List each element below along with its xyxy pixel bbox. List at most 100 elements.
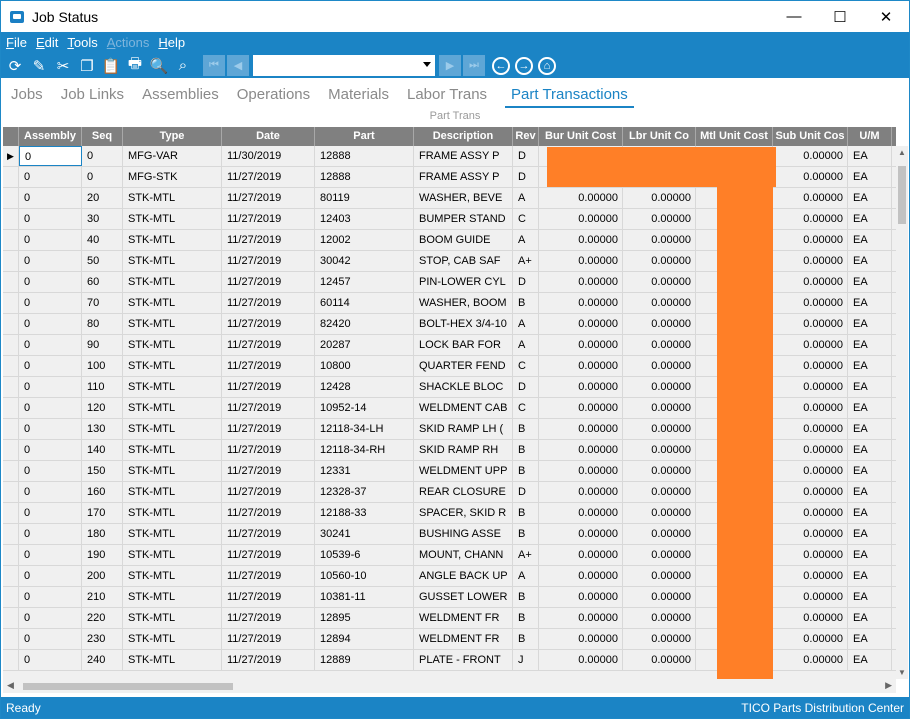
grid-cell-assembly[interactable]: 0 [19,461,82,481]
grid-cell-description[interactable]: SPACER, SKID R [414,503,513,523]
grid-cell-part[interactable]: 12895 [315,608,414,628]
grid-cell-lbr-unit-co[interactable]: 0.00000 [623,251,696,271]
grid-cell-date[interactable]: 11/30/2019 [222,146,315,166]
grid-cell-part[interactable]: 12888 [315,146,414,166]
grid-cell-type[interactable]: MFG-STK [123,167,222,187]
grid-cell-type[interactable]: STK-MTL [123,188,222,208]
scroll-right-icon[interactable]: ▶ [885,680,892,691]
grid-cell-sub-unit-cos[interactable]: 0.00000 [773,335,848,355]
grid-cell-type[interactable]: STK-MTL [123,629,222,649]
grid-cell-bur-unit-cost[interactable]: 0.00000 [539,503,623,523]
grid-cell-part[interactable]: 80119 [315,188,414,208]
grid-cell-seq[interactable]: 110 [82,377,123,397]
grid-cell-bur-unit-cost[interactable]: 0.00000 [539,545,623,565]
column-header-bur-unit-cost[interactable]: Bur Unit Cost [539,127,623,146]
grid-cell-lbr-unit-co[interactable]: 0.00000 [623,230,696,250]
grid-cell-description[interactable]: STOP, CAB SAF [414,251,513,271]
grid-cell-rev[interactable]: A [513,230,539,250]
grid-cell-sub-unit-cos[interactable]: 0.00000 [773,419,848,439]
grid-cell-part[interactable]: 30241 [315,524,414,544]
column-header-sub-unit-cos[interactable]: Sub Unit Cos [773,127,848,146]
grid-cell-bur-unit-cost[interactable]: 0.00000 [539,377,623,397]
grid-cell-type[interactable]: STK-MTL [123,230,222,250]
grid-cell-description[interactable]: SKID RAMP RH [414,440,513,460]
grid-cell-description[interactable]: QUARTER FEND [414,356,513,376]
grid-cell-date[interactable]: 11/27/2019 [222,209,315,229]
grid-cell-rev[interactable]: C [513,209,539,229]
scroll-up-icon[interactable]: ▲ [898,148,906,157]
grid-cell-description[interactable]: PLATE - FRONT [414,650,513,670]
grid-cell-u-m[interactable]: EA [848,482,892,502]
grid-cell-lbr-unit-co[interactable]: 0.00000 [623,461,696,481]
grid-cell-date[interactable]: 11/27/2019 [222,167,315,187]
grid-cell-part[interactable]: 30042 [315,251,414,271]
grid-cell-type[interactable]: STK-MTL [123,587,222,607]
grid-cell-seq[interactable]: 150 [82,461,123,481]
grid-cell-description[interactable]: BUSHING ASSE [414,524,513,544]
grid-cell-u-m[interactable]: EA [848,209,892,229]
last-record-button[interactable]: ⏭ [463,55,485,76]
next-record-button[interactable]: ▶ [439,55,461,76]
grid-cell-date[interactable]: 11/27/2019 [222,629,315,649]
grid-cell-lbr-unit-co[interactable]: 0.00000 [623,314,696,334]
grid-cell-seq[interactable]: 90 [82,335,123,355]
grid-cell-bur-unit-cost[interactable]: 0.00000 [539,629,623,649]
grid-cell-assembly[interactable]: 0 [19,566,82,586]
grid-cell-assembly[interactable]: 0 [19,524,82,544]
grid-cell-lbr-unit-co[interactable]: 0.00000 [623,440,696,460]
grid-cell-u-m[interactable]: EA [848,314,892,334]
grid-cell-assembly[interactable]: 0 [19,167,82,187]
grid-cell-sub-unit-cos[interactable]: 0.00000 [773,209,848,229]
grid-cell-u-m[interactable]: EA [848,419,892,439]
grid-cell-sub-unit-cos[interactable]: 0.00000 [773,377,848,397]
grid-cell-sub-unit-cos[interactable]: 0.00000 [773,293,848,313]
grid-cell-lbr-unit-co[interactable]: 0.00000 [623,188,696,208]
grid-cell-sub-unit-cos[interactable]: 0.00000 [773,251,848,271]
grid-cell-assembly[interactable]: 0 [19,230,82,250]
grid-cell-description[interactable]: WASHER, BOOM [414,293,513,313]
grid-cell-seq[interactable]: 140 [82,440,123,460]
grid-cell-sub-unit-cos[interactable]: 0.00000 [773,629,848,649]
grid-cell-part[interactable]: 12002 [315,230,414,250]
grid-cell-description[interactable]: FRAME ASSY P [414,167,513,187]
column-header-date[interactable]: Date [222,127,315,146]
grid-cell-rev[interactable]: A [513,566,539,586]
grid-cell-part[interactable]: 10952-14 [315,398,414,418]
grid-cell-sub-unit-cos[interactable]: 0.00000 [773,524,848,544]
grid-cell-part[interactable]: 10539-6 [315,545,414,565]
tab-labor-trans[interactable]: Labor Trans [407,86,487,108]
grid-cell-assembly[interactable]: 0 [19,419,82,439]
grid-cell-assembly[interactable]: 0 [19,545,82,565]
grid-cell-type[interactable]: STK-MTL [123,272,222,292]
grid-cell-description[interactable]: SKID RAMP LH ( [414,419,513,439]
horizontal-scroll-thumb[interactable] [23,683,233,690]
grid-cell-date[interactable]: 11/27/2019 [222,587,315,607]
grid-cell-description[interactable]: FRAME ASSY P [414,146,513,166]
first-record-button[interactable]: ⏮ [203,55,225,76]
grid-cell-part[interactable]: 12457 [315,272,414,292]
grid-cell-part[interactable]: 12331 [315,461,414,481]
scroll-left-icon[interactable]: ◀ [7,680,14,691]
grid-cell-date[interactable]: 11/27/2019 [222,566,315,586]
grid-cell-assembly[interactable]: 0 [19,587,82,607]
grid-cell-date[interactable]: 11/27/2019 [222,524,315,544]
grid-cell-description[interactable]: REAR CLOSURE [414,482,513,502]
grid-cell-seq[interactable]: 60 [82,272,123,292]
grid-cell-rev[interactable]: B [513,440,539,460]
grid-cell-assembly[interactable]: 0 [19,356,82,376]
grid-cell-part[interactable]: 10381-11 [315,587,414,607]
grid-cell-part[interactable]: 12118-34-RH [315,440,414,460]
grid-cell-rev[interactable]: B [513,524,539,544]
tab-materials[interactable]: Materials [328,86,389,108]
grid-cell-seq[interactable]: 20 [82,188,123,208]
grid-cell-u-m[interactable]: EA [848,461,892,481]
grid-cell-sub-unit-cos[interactable]: 0.00000 [773,146,848,166]
grid-cell-assembly[interactable]: 0 [19,398,82,418]
print-icon[interactable]: 🖶 [125,55,145,76]
grid-cell-bur-unit-cost[interactable]: 0.00000 [539,335,623,355]
search-binoculars-icon[interactable]: ⌕ [173,56,193,76]
grid-cell-bur-unit-cost[interactable]: 0.00000 [539,209,623,229]
grid-cell-assembly[interactable]: 0 [19,650,82,670]
grid-cell-u-m[interactable]: EA [848,650,892,670]
grid-cell-rev[interactable]: J [513,650,539,670]
